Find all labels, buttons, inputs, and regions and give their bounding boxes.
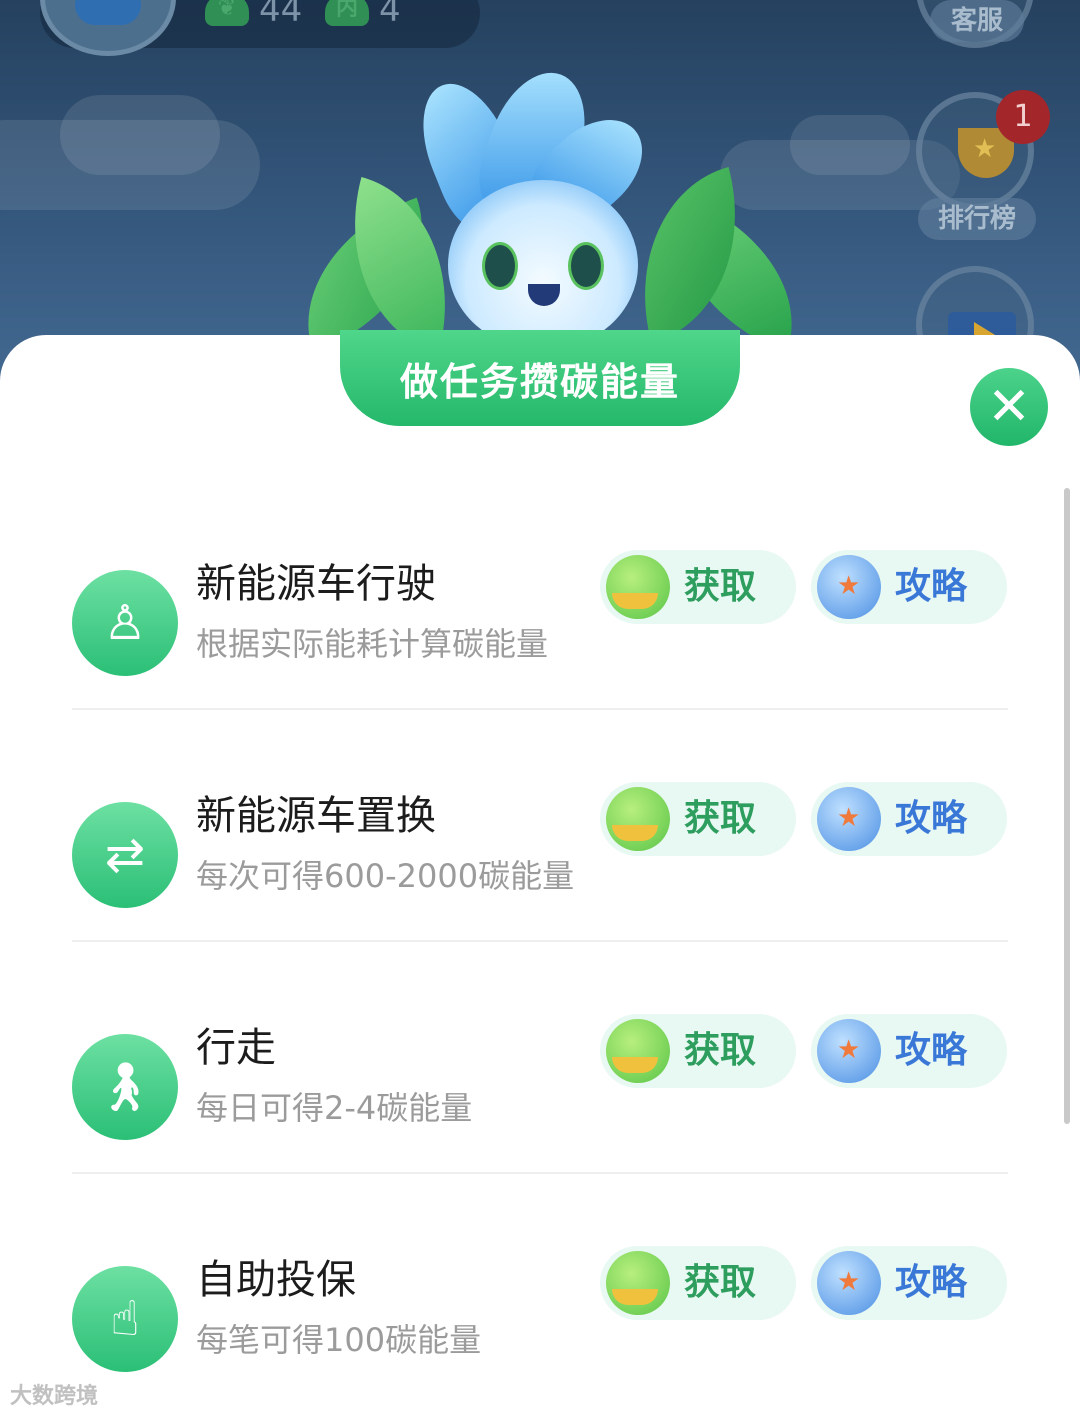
task-subtitle: 每笔可得100碳能量 [196,1321,482,1359]
get-button[interactable]: 获取 [600,1246,796,1320]
coin-hand-icon [606,555,670,619]
guide-bag-icon [817,787,881,851]
leaf-icon: ❦ [205,0,249,26]
walking-glyph: 🚶︎ [94,1059,156,1115]
coin-hand-icon [606,1251,670,1315]
divider [72,708,1008,710]
task-row: ♙ 新能源车行驶 根据实际能耗计算碳能量 获取 攻略 [0,550,1080,782]
task-title: 新能源车行驶 [196,561,436,607]
mascot-illustration [275,59,825,370]
mascot-mouth [528,284,560,306]
task-subtitle: 每次可得600-2000碳能量 [196,857,575,895]
watermark: 大数跨境 [10,1384,99,1409]
get-button[interactable]: 获取 [600,782,796,856]
guide-button[interactable]: 攻略 [811,550,1007,624]
guide-label: 攻略 [895,798,968,839]
get-button[interactable]: 获取 [600,1014,796,1088]
energy-value: 44 [259,0,303,30]
divider [72,940,1008,942]
badge-value: 4 [379,0,401,30]
driver-icon: ♙ [72,570,178,676]
get-label: 获取 [684,1030,757,1071]
task-subtitle: 每日可得2-4碳能量 [196,1089,473,1127]
guide-bag-icon [817,555,881,619]
walking-icon: 🚶︎ [72,1034,178,1140]
notification-badge: 1 [996,90,1050,144]
leaderboard-label: 排行榜 [918,198,1036,240]
mascot-eye [568,242,604,290]
get-label: 获取 [684,566,757,607]
get-label: 获取 [684,1262,757,1303]
close-icon: ✕ [987,377,1031,437]
car-swap-icon: ⇄ [72,802,178,908]
guide-label: 攻略 [895,1262,968,1303]
task-row: 🚶︎ 行走 每日可得2-4碳能量 获取 攻略 [0,1014,1080,1246]
guide-bag-icon [817,1251,881,1315]
mascot-eye [482,242,518,290]
panel-title: 做任务攒碳能量 [340,330,740,426]
mascot-head [448,180,638,350]
tap-hand-icon: ☝ [72,1266,178,1372]
task-title: 新能源车置换 [196,793,436,839]
guide-button[interactable]: 攻略 [811,1014,1007,1088]
coin-hand-icon [606,1019,670,1083]
badge-stat: 内 4 [325,0,401,28]
car-swap-glyph: ⇄ [104,827,146,883]
task-subtitle: 根据实际能耗计算碳能量 [196,625,549,663]
get-label: 获取 [684,798,757,839]
close-button[interactable]: ✕ [970,368,1048,446]
guide-label: 攻略 [895,566,968,607]
guide-bag-icon [817,1019,881,1083]
guide-button[interactable]: 攻略 [811,1246,1007,1320]
coin-hand-icon [606,787,670,851]
task-title: 行走 [196,1025,276,1071]
driver-glyph: ♙ [103,595,147,651]
badge-icon: 内 [325,0,369,26]
get-button[interactable]: 获取 [600,550,796,624]
task-row: ☝ 自助投保 每笔可得100碳能量 获取 攻略 [0,1246,1080,1418]
cloud [60,95,220,175]
divider [72,1172,1008,1174]
energy-stat: ❦ 44 [205,0,302,28]
guide-label: 攻略 [895,1030,968,1071]
customer-service-label: 客服 [930,0,1024,42]
task-row: ⇄ 新能源车置换 每次可得600-2000碳能量 获取 攻略 [0,782,1080,1014]
guide-button[interactable]: 攻略 [811,782,1007,856]
task-title: 自助投保 [196,1257,356,1303]
tap-hand-glyph: ☝ [110,1291,140,1347]
